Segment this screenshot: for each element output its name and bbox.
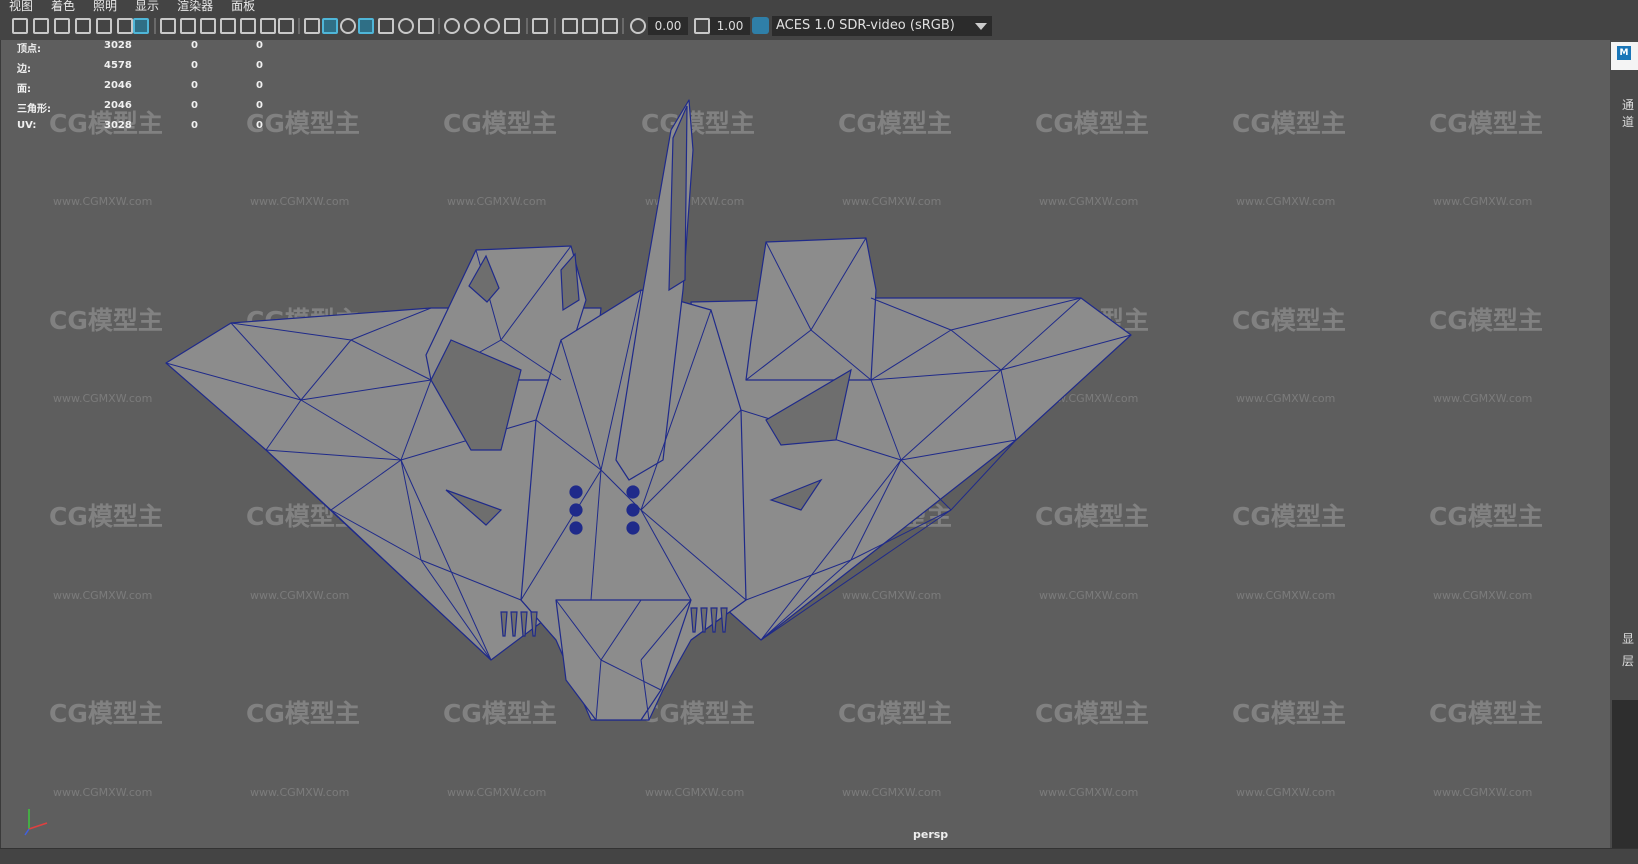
hud-stat-label: 面: [17,84,31,95]
gamma-field[interactable]: 1.00 [710,17,750,35]
hud-stat-value: 0 [256,100,263,111]
viewport-menubar: 视图 着色 照明 显示 渲染器 面板 [0,0,1638,12]
channel-box-tab[interactable]: 通道 [1622,96,1638,130]
safe-action-icon[interactable] [260,18,276,34]
menu-item[interactable]: 视图 [0,0,42,12]
hud-stat-value: 0 [191,100,198,111]
resolution-gate-icon[interactable] [200,18,216,34]
anti-aliasing-icon[interactable] [504,18,520,34]
left-exhaust-fin [530,611,538,637]
hud-stat-value: 3028 [104,40,132,51]
hud-stat-value: 0 [256,60,263,71]
hud-stat-value: 3028 [104,120,132,131]
hud-stat-row: 边: 4578 0 0 [17,60,277,80]
shaded-cube-icon[interactable] [322,18,338,34]
weapon-bay-port [626,503,640,517]
viewport-toolbar: 0.00 1.00 ACES 1.0 SDR-video (sRGB) [0,12,1638,41]
ambient-occlusion-icon[interactable] [464,18,480,34]
camera-name-label: persp [913,828,949,841]
menu-item[interactable]: 面板 [222,0,264,12]
hud-stat-value: 0 [191,60,198,71]
weapon-bay-port [569,503,583,517]
select-icon[interactable] [532,18,548,34]
film-gate-icon[interactable] [180,18,196,34]
right-intake [745,237,877,381]
light-icon[interactable] [398,18,414,34]
image-plane-icon[interactable] [75,18,91,34]
hud-stat-value: 0 [191,40,198,51]
hud-stat-value: 0 [256,80,263,91]
right-exhaust-fin [710,607,718,633]
gamma-icon[interactable] [694,18,710,34]
hud-stat-value: 0 [191,80,198,91]
hud-stat-value: 0 [256,120,263,131]
hud-stat-row: 三角形: 2046 0 0 [17,100,277,120]
menu-item[interactable]: 显示 [126,0,168,12]
hud-stat-label: 顶点: [17,44,41,55]
weapon-bay-port [569,521,583,535]
exposure-field[interactable]: 0.00 [648,17,688,35]
hud-stat-value: 0 [191,120,198,131]
hud-stat-label: UV: [17,120,37,131]
sphere-icon[interactable] [444,18,460,34]
display-tab[interactable]: 显 [1622,630,1634,647]
motion-blur-icon[interactable] [484,18,500,34]
color-space-dropdown[interactable]: ACES 1.0 SDR-video (sRGB) [772,16,992,36]
hud-stat-value: 2046 [104,80,132,91]
2d-pan-icon[interactable] [96,18,112,34]
hud-stat-value: 2046 [104,100,132,111]
hud-stat-row: 顶点: 3028 0 0 [17,40,277,60]
grease-pencil-icon[interactable] [117,18,133,34]
hud-stat-row: 面: 2046 0 0 [17,80,277,100]
textured-icon[interactable] [378,18,394,34]
weapon-bay-port [626,521,640,535]
hud-stat-label: 三角形: [17,104,51,115]
wireframe-on-shaded-icon[interactable] [358,18,374,34]
nose [555,599,692,721]
layer-tab[interactable]: 层 [1622,652,1634,669]
side-panel-scrollbar[interactable] [1612,700,1638,848]
hud-stat-row: UV: 3028 0 0 [17,120,277,140]
wireframe-cube-icon[interactable] [304,18,320,34]
hud-stat-label: 边: [17,64,31,75]
poly-count-hud: 顶点: 3028 0 0 边: 4578 0 0 面: 2046 0 0 三角形: 2046 0 0 UV: 30… [17,40,277,140]
axis-gizmo-icon [24,809,48,836]
camera-attributes-icon[interactable] [33,18,49,34]
chevron-down-icon[interactable] [975,23,987,30]
weapon-bay-port [626,485,640,499]
3d-viewport[interactable]: CG模型主 CG模型主 CG模型主 CG模型主 CG模型主 CG模型主 CG模型主 CG模型主… [0,40,1611,848]
gate-mask-icon[interactable] [220,18,236,34]
shadows-icon[interactable] [418,18,434,34]
camera-icon[interactable] [12,18,28,34]
safe-title-icon[interactable] [278,18,294,34]
default-material-icon[interactable] [340,18,356,34]
maya-badge-icon[interactable]: M [1611,42,1638,70]
jet-fighter-wireframe-model[interactable] [1,40,1611,848]
color-space-icon[interactable] [752,17,769,34]
weapon-bay-port [569,485,583,499]
right-exhaust-fin [720,607,728,633]
menu-item[interactable]: 照明 [84,0,126,12]
menu-item[interactable]: 渲染器 [168,0,222,12]
menu-item[interactable]: 着色 [42,0,84,12]
hud-stat-value: 4578 [104,60,132,71]
bottom-status-bar [0,848,1638,864]
isolate-select-icon[interactable] [562,18,578,34]
bookmark-icon[interactable] [54,18,70,34]
xray-icon[interactable] [582,18,598,34]
exposure-icon[interactable] [630,18,646,34]
xray-joints-icon[interactable] [602,18,618,34]
field-chart-icon[interactable] [240,18,256,34]
hud-stat-value: 0 [256,40,263,51]
grid-icon[interactable] [160,18,176,34]
active-tool-icon[interactable] [133,18,149,34]
